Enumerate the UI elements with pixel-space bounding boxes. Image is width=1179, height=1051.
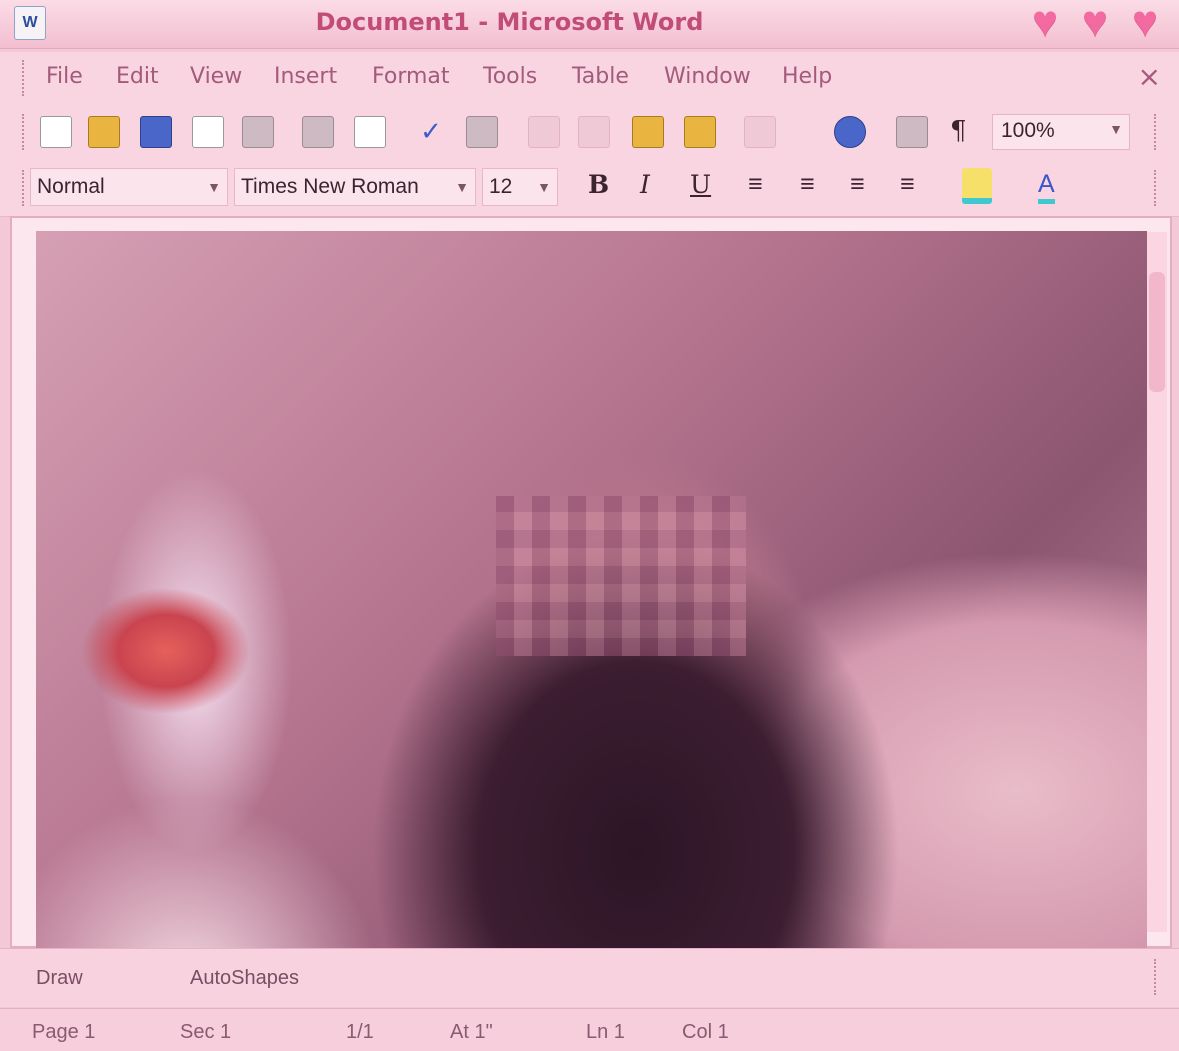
- format-painter-icon[interactable]: [684, 116, 716, 148]
- new-document-icon[interactable]: [40, 116, 72, 148]
- close-document-icon[interactable]: ×: [1138, 60, 1161, 93]
- title-bar: W Document1 - Microsoft Word ♥ ♥ ♥: [0, 0, 1179, 49]
- status-line: Ln 1: [586, 1021, 625, 1043]
- print-icon[interactable]: [302, 116, 334, 148]
- close-heart-icon[interactable]: ♥: [1123, 0, 1167, 44]
- status-column: Col 1: [682, 1021, 729, 1043]
- style-select[interactable]: Normal ▼: [30, 168, 228, 206]
- font-value: Times New Roman: [241, 175, 419, 198]
- status-page: Page 1: [32, 1021, 96, 1043]
- menu-grip[interactable]: [22, 60, 28, 96]
- status-pages: 1/1: [346, 1021, 374, 1043]
- zoom-value: 100%: [1001, 119, 1055, 142]
- hyperlink-icon[interactable]: [834, 116, 866, 148]
- show-hide-icon[interactable]: ¶: [950, 116, 967, 146]
- status-section: Sec 1: [180, 1021, 232, 1043]
- status-at: At 1": [450, 1021, 493, 1043]
- cut-icon[interactable]: [528, 116, 560, 148]
- window-title: Document1 - Microsoft Word: [315, 8, 704, 36]
- tables-borders-icon[interactable]: [896, 116, 928, 148]
- menu-tools[interactable]: Tools: [483, 64, 537, 89]
- chevron-down-icon[interactable]: ▼: [455, 169, 469, 205]
- paste-icon[interactable]: [632, 116, 664, 148]
- font-color-icon[interactable]: A: [1038, 170, 1055, 204]
- align-right-icon[interactable]: ≡: [850, 170, 865, 199]
- menu-edit[interactable]: Edit: [116, 64, 159, 89]
- font-size-select[interactable]: 12 ▼: [482, 168, 558, 206]
- font-size-value: 12: [489, 175, 513, 198]
- underline-button[interactable]: U: [690, 170, 711, 199]
- menu-view[interactable]: View: [190, 64, 242, 89]
- justify-icon[interactable]: ≡: [900, 170, 915, 199]
- minimize-heart-icon[interactable]: ♥: [1023, 0, 1067, 44]
- chevron-down-icon[interactable]: ▼: [1109, 121, 1123, 137]
- align-left-icon[interactable]: ≡: [748, 170, 763, 199]
- embedded-photo[interactable]: [36, 231, 1147, 975]
- open-icon[interactable]: [88, 116, 120, 148]
- font-select[interactable]: Times New Roman ▼: [234, 168, 476, 206]
- chevron-down-icon[interactable]: ▼: [207, 169, 221, 205]
- zoom-select[interactable]: 100% ▼: [992, 114, 1130, 150]
- toolbar-grip[interactable]: [22, 114, 28, 150]
- menu-window[interactable]: Window: [664, 64, 751, 89]
- permission-icon[interactable]: [192, 116, 224, 148]
- drawing-toolbar: Draw AutoShapes: [0, 948, 1179, 1007]
- email-icon[interactable]: [242, 116, 274, 148]
- copy-icon[interactable]: [578, 116, 610, 148]
- toolbar-grip[interactable]: [22, 170, 28, 206]
- bold-button[interactable]: B: [588, 170, 609, 199]
- highlight-icon[interactable]: [962, 168, 992, 204]
- spelling-icon[interactable]: ✓: [416, 116, 446, 146]
- italic-button[interactable]: I: [640, 170, 650, 199]
- chevron-down-icon[interactable]: ▼: [537, 169, 551, 205]
- menu-format[interactable]: Format: [372, 64, 450, 89]
- undo-icon[interactable]: [744, 116, 776, 148]
- toolbar-options-grip[interactable]: [1154, 170, 1160, 206]
- print-preview-icon[interactable]: [354, 116, 386, 148]
- status-bar: Page 1 Sec 1 1/1 At 1" Ln 1 Col 1: [0, 1008, 1179, 1051]
- draw-menu[interactable]: Draw: [36, 967, 83, 990]
- research-icon[interactable]: [466, 116, 498, 148]
- style-value: Normal: [37, 175, 105, 198]
- save-icon[interactable]: [140, 116, 172, 148]
- menu-table[interactable]: Table: [572, 64, 629, 89]
- autoshapes-menu[interactable]: AutoShapes: [190, 967, 299, 990]
- toolbar-options-grip[interactable]: [1154, 959, 1160, 995]
- vertical-scrollbar[interactable]: [1146, 232, 1167, 932]
- menu-file[interactable]: File: [46, 64, 83, 89]
- window-controls: ♥ ♥ ♥: [1023, 0, 1167, 44]
- maximize-heart-icon[interactable]: ♥: [1073, 0, 1117, 44]
- pixelated-region: [496, 496, 746, 656]
- menu-insert[interactable]: Insert: [274, 64, 337, 89]
- scrollbar-thumb[interactable]: [1149, 272, 1165, 392]
- center-icon[interactable]: ≡: [800, 170, 815, 199]
- menu-help[interactable]: Help: [782, 64, 832, 89]
- toolbar-options-grip[interactable]: [1154, 114, 1160, 150]
- menu-bar: File Edit View Insert Format Tools Table…: [0, 52, 1179, 105]
